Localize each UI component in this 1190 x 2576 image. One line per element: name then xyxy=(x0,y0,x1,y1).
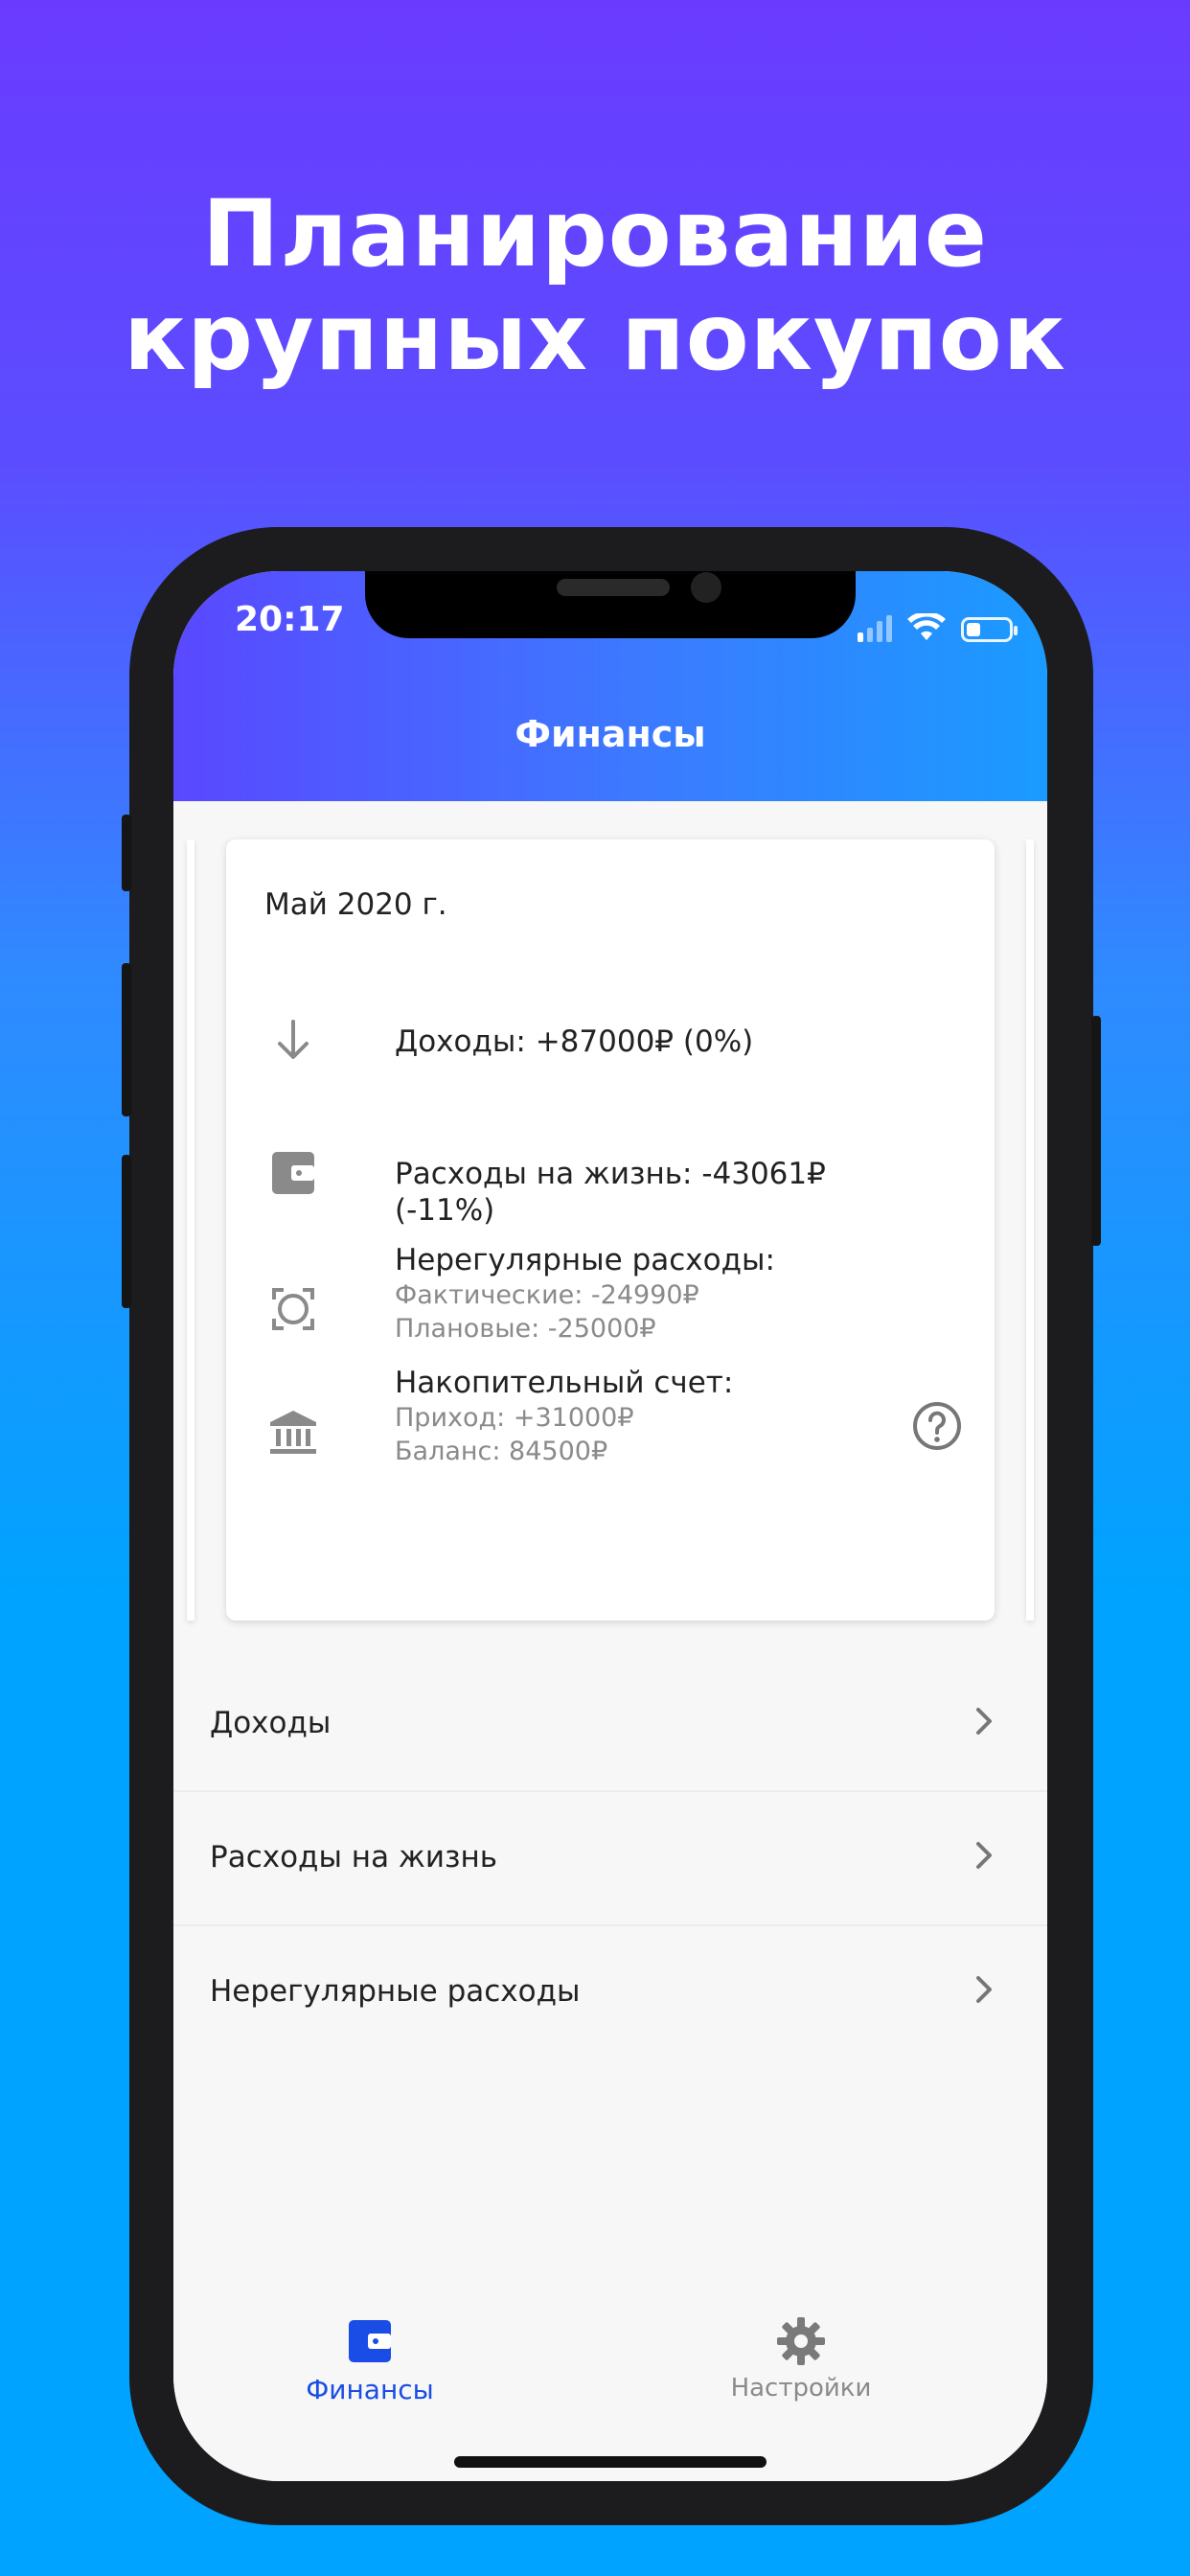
savings-account-inflow: Приход: +31000₽ xyxy=(395,1403,634,1433)
chevron-right-icon xyxy=(976,1842,992,1869)
next-month-card-peek[interactable] xyxy=(1026,840,1034,1621)
tab-settings[interactable]: Настройки xyxy=(657,2314,945,2403)
savings-account-summary-label: Накопительный счет: xyxy=(395,1366,734,1400)
phone-screen: 20:17 Финансы Май 2020 г. Доходы: +87000… xyxy=(173,571,1047,2481)
wallet-icon xyxy=(349,2320,391,2362)
phone-volume-down-button xyxy=(122,1155,131,1308)
promo-headline-line-1: Планирование xyxy=(202,180,988,288)
list-item-label: Нерегулярные расходы xyxy=(210,1974,581,2009)
app-header: 20:17 Финансы xyxy=(173,571,1047,801)
list-item-living-expenses[interactable]: Расходы на жизнь xyxy=(173,1792,1047,1926)
tab-finance[interactable]: Финансы xyxy=(226,2314,514,2405)
chevron-right-icon xyxy=(976,1976,992,2003)
promo-headline-line-2: крупных покупок xyxy=(124,284,1066,391)
focus-frame-icon xyxy=(272,1288,314,1330)
phone-frame: 20:17 Финансы Май 2020 г. Доходы: +87000… xyxy=(122,527,1101,2525)
wifi-icon xyxy=(907,613,946,640)
cellular-signal-icon xyxy=(858,613,892,642)
phone-power-button xyxy=(1091,1016,1101,1246)
promo-headline: Планирование крупных покупок xyxy=(0,182,1190,389)
wallet-icon xyxy=(272,1152,314,1194)
tab-finance-label: Финансы xyxy=(306,2374,434,2405)
list-item-irregular-expenses[interactable]: Нерегулярные расходы xyxy=(173,1926,1047,2060)
list-item-label: Расходы на жизнь xyxy=(210,1840,498,1874)
savings-account-balance: Баланс: 84500₽ xyxy=(395,1437,608,1466)
front-camera xyxy=(691,572,721,603)
notch xyxy=(365,571,856,638)
bank-icon xyxy=(270,1411,316,1454)
help-circle-icon[interactable] xyxy=(910,1399,964,1453)
finance-sections-list: Доходы Расходы на жизнь Нерегулярные рас… xyxy=(173,1658,1047,2060)
home-indicator[interactable] xyxy=(454,2456,767,2468)
arrow-down-icon xyxy=(278,1020,309,1059)
page-title: Финансы xyxy=(515,713,706,755)
card-month-title: Май 2020 г. xyxy=(264,887,447,922)
previous-month-card-peek[interactable] xyxy=(187,840,195,1621)
status-icons xyxy=(858,604,1018,642)
status-time: 20:17 xyxy=(235,600,345,639)
battery-icon xyxy=(961,617,1018,642)
list-item-label: Доходы xyxy=(210,1706,332,1740)
income-summary-label: Доходы: +87000₽ (0%) xyxy=(395,1024,754,1059)
phone-mute-switch xyxy=(122,815,131,891)
speaker xyxy=(557,579,670,596)
gear-icon xyxy=(777,2317,825,2365)
list-item-income[interactable]: Доходы xyxy=(173,1658,1047,1792)
month-summary-card[interactable]: Май 2020 г. Доходы: +87000₽ (0%) Расходы… xyxy=(226,840,995,1621)
irregular-expenses-actual: Фактические: -24990₽ xyxy=(395,1280,699,1310)
irregular-expenses-summary-label: Нерегулярные расходы: xyxy=(395,1243,775,1277)
chevron-right-icon xyxy=(976,1708,992,1735)
phone-volume-up-button xyxy=(122,963,131,1116)
irregular-expenses-planned: Плановые: -25000₽ xyxy=(395,1314,656,1344)
bottom-tab-bar: Финансы Настройки xyxy=(173,2280,1047,2481)
tab-settings-label: Настройки xyxy=(730,2374,872,2403)
living-expenses-summary-label: Расходы на жизнь: -43061₽ (-11%) xyxy=(395,1157,826,1228)
